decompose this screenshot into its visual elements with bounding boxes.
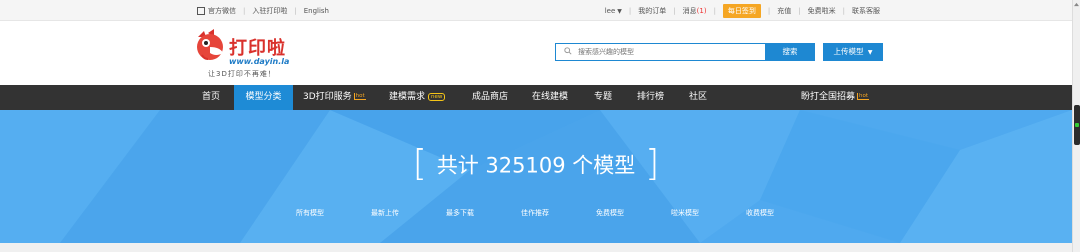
divider: | <box>713 7 716 15</box>
logo-url: www.dayin.la <box>229 57 290 66</box>
top-bar: 官方微信 | 入驻打印啦 | English lee ▼ | 我的订单 | 消息(… <box>0 0 1072 21</box>
page-scrollbar[interactable] <box>1072 0 1080 252</box>
model-count-text: 共计 325109 个模型 <box>436 153 636 178</box>
top-bar-right: lee ▼ | 我的订单 | 消息(1) | 每日签到 | 充值 | 免费啦米 |… <box>605 4 880 18</box>
main-nav: 首页 模型分类 3D打印服务 hot 建模需求 new 成品商店 在线建模 专题 排… <box>0 85 1072 110</box>
category-filter-list: 所有模型 最新上传 最多下载 佳作推荐 免费模型 啦米模型 收费模型 <box>0 208 1072 222</box>
nav-community[interactable]: 社区 <box>689 85 707 110</box>
filter-all-models[interactable]: 所有模型 <box>296 208 324 218</box>
nav-label: 专题 <box>594 92 613 102</box>
logo[interactable]: 打印啦 www.dayin.la 让3D打印不再难！ <box>194 29 304 79</box>
divider: | <box>798 7 801 15</box>
hot-tag: hot <box>353 93 366 100</box>
scroll-grip-icon <box>1075 123 1079 127</box>
divider: | <box>243 7 246 15</box>
filter-most-downloaded[interactable]: 最多下载 <box>446 208 474 218</box>
search-icon <box>564 47 572 55</box>
nav-home[interactable]: 首页 <box>202 85 220 110</box>
wechat-link[interactable]: 官方微信 <box>208 6 236 16</box>
nav-online-modeling[interactable]: 在线建模 <box>532 85 568 110</box>
messages-count: (1) <box>696 7 707 15</box>
recharge-link[interactable]: 充值 <box>777 6 791 16</box>
nav-modeling-requests[interactable]: 建模需求 new <box>389 85 446 110</box>
support-link[interactable]: 联系客服 <box>852 6 880 16</box>
filter-featured[interactable]: 佳作推荐 <box>521 208 549 218</box>
messages-link[interactable]: 消息(1) <box>683 6 707 16</box>
signin-button[interactable]: 每日签到 <box>722 4 761 18</box>
mascot-logo-icon <box>197 29 223 60</box>
messages-label: 消息 <box>682 7 697 15</box>
nav-label: 盼打全国招募 <box>801 92 856 102</box>
top-bar-left: 官方微信 | 入驻打印啦 | English <box>197 6 329 16</box>
caret-down-icon: ▼ <box>617 8 622 15</box>
join-link[interactable]: 入驻打印啦 <box>252 6 287 16</box>
divider: | <box>767 7 771 15</box>
filter-paid-models[interactable]: 收费模型 <box>746 208 774 218</box>
caret-down-icon: ▼ <box>867 49 873 56</box>
nav-3d-print-service[interactable]: 3D打印服务 hot <box>303 85 366 110</box>
nav-recruitment[interactable]: 盼打全国招募 hot <box>801 85 870 110</box>
search-box <box>555 43 766 61</box>
filter-coin-models[interactable]: 啦米模型 <box>671 208 699 218</box>
english-link[interactable]: English <box>304 7 329 15</box>
nav-model-categories[interactable]: 模型分类 <box>234 85 293 110</box>
divider: | <box>673 7 676 15</box>
nav-label: 3D打印服务 <box>303 92 352 102</box>
upload-model-button[interactable]: 上传模型 ▼ <box>823 43 883 61</box>
qr-code-icon <box>197 7 205 15</box>
nav-label: 建模需求 <box>389 92 426 102</box>
scroll-up-arrow-icon[interactable] <box>1074 2 1079 7</box>
search-input[interactable] <box>578 46 758 58</box>
nav-topics[interactable]: 专题 <box>594 85 612 110</box>
filter-latest-uploads[interactable]: 最新上传 <box>371 208 399 218</box>
divider: | <box>842 7 845 15</box>
upload-label: 上传模型 <box>833 47 864 56</box>
user-menu[interactable]: lee ▼ <box>605 7 622 15</box>
divider: | <box>628 7 632 15</box>
nav-label: 首页 <box>202 92 221 102</box>
hot-tag: hot <box>857 93 870 100</box>
nav-shop[interactable]: 成品商店 <box>472 85 508 110</box>
model-count-heading: [ 共计 325109 个模型] <box>0 143 1072 187</box>
logo-slogan: 让3D打印不再难！ <box>208 70 276 78</box>
nav-rankings[interactable]: 排行榜 <box>637 85 664 110</box>
nav-label: 排行榜 <box>637 92 665 102</box>
scrollbar-thumb[interactable] <box>1074 105 1080 145</box>
filter-free-models[interactable]: 免费模型 <box>596 208 624 218</box>
my-orders-link[interactable]: 我的订单 <box>638 6 666 16</box>
search-button[interactable]: 搜索 <box>765 43 815 61</box>
free-coins-link[interactable]: 免费啦米 <box>808 6 836 16</box>
right-bracket: ] <box>645 143 660 184</box>
new-tag: new <box>428 92 446 101</box>
left-bracket: [ <box>412 143 427 184</box>
nav-label: 在线建模 <box>532 92 569 102</box>
hero-banner: [ 共计 325109 个模型] 所有模型 最新上传 最多下载 佳作推荐 免费模型… <box>0 110 1072 243</box>
username: lee <box>604 7 616 15</box>
nav-label: 成品商店 <box>472 92 509 102</box>
content-area-edge <box>0 243 1072 252</box>
nav-label: 社区 <box>689 92 708 102</box>
header: 打印啦 www.dayin.la 让3D打印不再难！ 搜索 上传模型 ▼ <box>0 21 1072 85</box>
nav-label: 模型分类 <box>245 92 282 102</box>
divider: | <box>294 7 297 15</box>
